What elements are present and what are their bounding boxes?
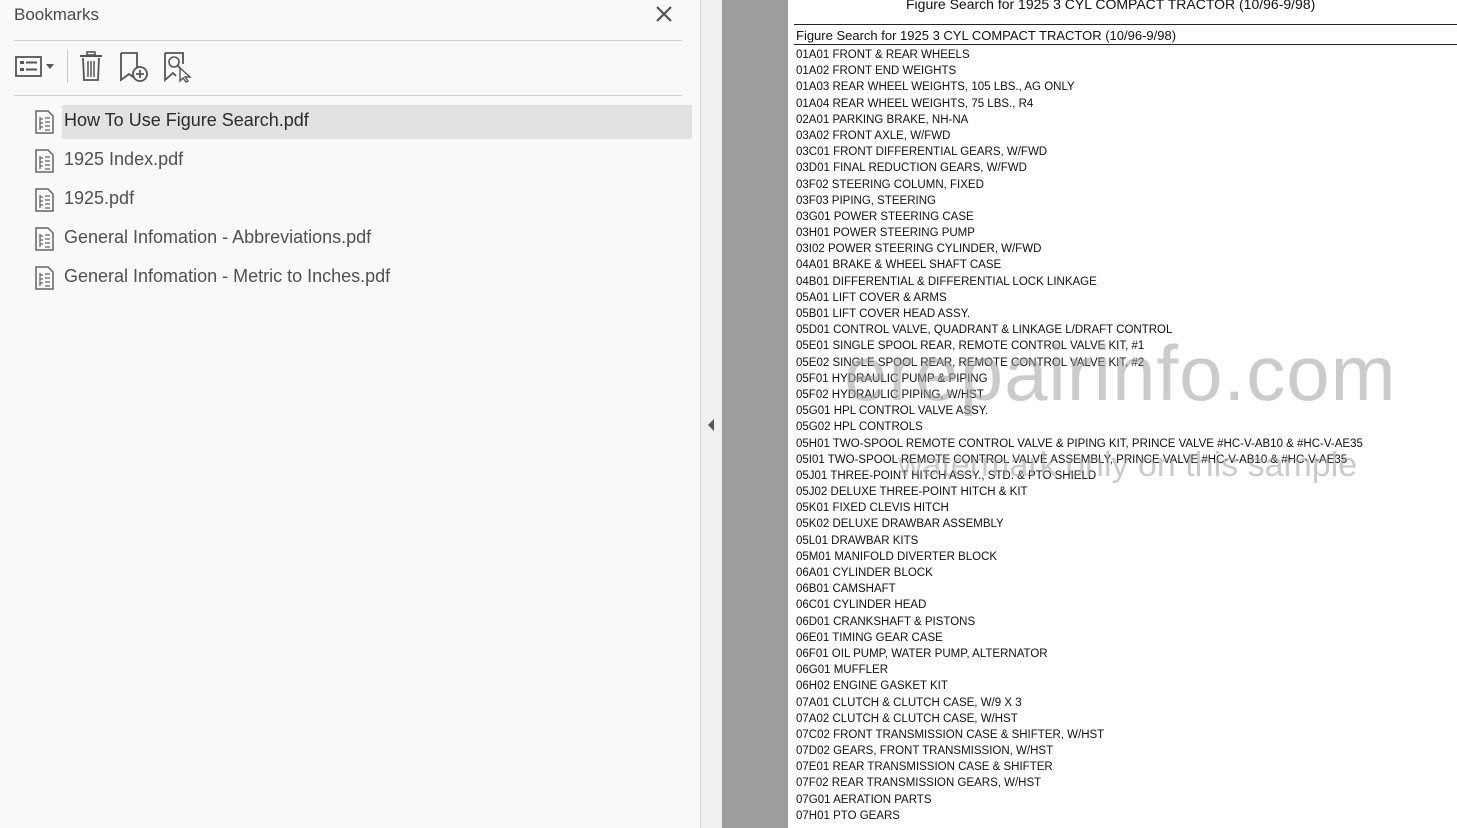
figure-entry[interactable]: 05B01 LIFT COVER HEAD ASSY. bbox=[796, 306, 1363, 322]
figure-entry[interactable]: 06E01 TIMING GEAR CASE bbox=[796, 630, 1363, 646]
figure-entry[interactable]: 03D01 FINAL REDUCTION GEARS, W/FWD bbox=[796, 160, 1363, 176]
toolbar-separator bbox=[67, 50, 68, 83]
list-options-icon bbox=[14, 56, 58, 88]
delete-bookmark-button[interactable] bbox=[76, 50, 108, 84]
divider bbox=[14, 40, 682, 41]
bookmark-label: General Infomation - Metric to Inches.pd… bbox=[64, 266, 391, 286]
figure-entry[interactable]: 05G02 HPL CONTROLS bbox=[796, 419, 1363, 435]
header-rule bbox=[794, 24, 1457, 25]
figure-entry[interactable]: 03F02 STEERING COLUMN, FIXED bbox=[796, 177, 1363, 193]
figure-entry[interactable]: 05A01 LIFT COVER & ARMS bbox=[796, 290, 1363, 306]
figure-entry[interactable]: 04B01 DIFFERENTIAL & DIFFERENTIAL LOCK L… bbox=[796, 274, 1363, 290]
bookmarks-panel: Bookmarks How To Use Figure Search.pdf 1… bbox=[0, 0, 701, 828]
figure-entry[interactable]: 05F02 HYDRAULIC PIPING, W/HST bbox=[796, 387, 1363, 403]
figure-entry[interactable]: 01A01 FRONT & REAR WHEELS bbox=[796, 47, 1363, 63]
figure-entry[interactable]: 04A01 BRAKE & WHEEL SHAFT CASE bbox=[796, 257, 1363, 273]
bookmark-document-icon bbox=[34, 266, 56, 290]
find-current-bookmark-button[interactable] bbox=[162, 50, 196, 84]
figure-entry[interactable]: 06B01 CAMSHAFT bbox=[796, 581, 1363, 597]
bookmark-label: 1925 Index.pdf bbox=[64, 149, 184, 169]
figure-entry[interactable]: 03C01 FRONT DIFFERENTIAL GEARS, W/FWD bbox=[796, 144, 1363, 160]
bookmark-item-metric-to-inches[interactable]: General Infomation - Metric to Inches.pd… bbox=[30, 261, 692, 295]
page-subtitle: Figure Search for 1925 3 CYL COMPACT TRA… bbox=[796, 28, 1177, 43]
figure-entry[interactable]: 01A03 REAR WHEEL WEIGHTS, 105 LBS., AG O… bbox=[796, 79, 1363, 95]
figure-entry[interactable]: 05H01 TWO-SPOOL REMOTE CONTROL VALVE & P… bbox=[796, 436, 1363, 452]
figure-entry[interactable]: 07H01 PTO GEARS bbox=[796, 808, 1363, 824]
figure-entry[interactable]: 03H01 POWER STEERING PUMP bbox=[796, 225, 1363, 241]
panel-title: Bookmarks bbox=[14, 5, 100, 24]
figure-entry[interactable]: 01A04 REAR WHEEL WEIGHTS, 75 LBS., R4 bbox=[796, 96, 1363, 112]
figure-entry[interactable]: 05F01 HYDRAULIC PUMP & PIPING bbox=[796, 371, 1363, 387]
figure-entry[interactable]: 06F01 OIL PUMP, WATER PUMP, ALTERNATOR bbox=[796, 646, 1363, 662]
figure-entry[interactable]: 01A02 FRONT END WEIGHTS bbox=[796, 63, 1363, 79]
figure-entry[interactable]: 03I02 POWER STEERING CYLINDER, W/FWD bbox=[796, 241, 1363, 257]
bookmark-document-icon bbox=[34, 149, 56, 173]
divider bbox=[14, 95, 682, 96]
figure-entry[interactable]: 05J01 THREE-POINT HITCH ASSY., STD. & PT… bbox=[796, 468, 1363, 484]
bookmark-item-how-to-use-figure-search[interactable]: How To Use Figure Search.pdf bbox=[30, 105, 692, 139]
document-background bbox=[722, 0, 788, 828]
figure-entry[interactable]: 07G01 AERATION PARTS bbox=[796, 792, 1363, 808]
bookmark-document-icon bbox=[34, 188, 56, 212]
figure-entry[interactable]: 06G01 MUFFLER bbox=[796, 662, 1363, 678]
figure-entry[interactable]: 07C02 FRONT TRANSMISSION CASE & SHIFTER,… bbox=[796, 727, 1363, 743]
add-bookmark-icon bbox=[118, 52, 152, 88]
figure-entry[interactable]: 05K01 FIXED CLEVIS HITCH bbox=[796, 500, 1363, 516]
figure-entry[interactable]: 06A01 CYLINDER BLOCK bbox=[796, 565, 1363, 581]
figure-entry[interactable]: 06C01 CYLINDER HEAD bbox=[796, 597, 1363, 613]
figure-entry[interactable]: 03G01 POWER STEERING CASE bbox=[796, 209, 1363, 225]
figure-entry[interactable]: 05L01 DRAWBAR KITS bbox=[796, 533, 1363, 549]
figure-entry[interactable]: 07A02 CLUTCH & CLUTCH CASE, W/HST bbox=[796, 711, 1363, 727]
bookmark-label: 1925.pdf bbox=[64, 188, 135, 208]
figure-entry[interactable]: 02A01 PARKING BRAKE, NH-NA bbox=[796, 112, 1363, 128]
bookmark-document-icon bbox=[34, 110, 56, 134]
new-bookmark-button[interactable] bbox=[118, 50, 152, 84]
figure-entry[interactable]: 05K02 DELUXE DRAWBAR ASSEMBLY bbox=[796, 516, 1363, 532]
figure-entry[interactable]: 07F02 REAR TRANSMISSION GEARS, W/HST bbox=[796, 775, 1363, 791]
bookmark-item-1925[interactable]: 1925.pdf bbox=[30, 183, 692, 217]
find-current-bookmark-icon bbox=[162, 52, 196, 88]
figure-entry[interactable]: 05J02 DELUXE THREE-POINT HITCH & KIT bbox=[796, 484, 1363, 500]
close-icon[interactable] bbox=[652, 2, 676, 26]
figure-entry[interactable]: 05D01 CONTROL VALVE, QUADRANT & LINKAGE … bbox=[796, 322, 1363, 338]
figure-entry[interactable]: 03F03 PIPING, STEERING bbox=[796, 193, 1363, 209]
subtitle-rule bbox=[794, 44, 1457, 45]
figure-entry[interactable]: 05E02 SINGLE SPOOL REAR, REMOTE CONTROL … bbox=[796, 355, 1363, 371]
figure-list: 01A01 FRONT & REAR WHEELS 01A02 FRONT END… bbox=[796, 47, 1363, 824]
bookmark-document-icon bbox=[34, 227, 56, 251]
figure-entry[interactable]: 05E01 SINGLE SPOOL REAR, REMOTE CONTROL … bbox=[796, 338, 1363, 354]
page-header: Figure Search for 1925 3 CYL COMPACT TRA… bbox=[906, 0, 1316, 12]
figure-entry[interactable]: 05M01 MANIFOLD DIVERTER BLOCK bbox=[796, 549, 1363, 565]
chevron-left-icon[interactable] bbox=[706, 418, 716, 432]
figure-entry[interactable]: 05G01 HPL CONTROL VALVE ASSY. bbox=[796, 403, 1363, 419]
bookmark-item-abbreviations[interactable]: General Infomation - Abbreviations.pdf bbox=[30, 222, 692, 256]
figure-entry[interactable]: 07E01 REAR TRANSMISSION CASE & SHIFTER bbox=[796, 759, 1363, 775]
panel-splitter[interactable] bbox=[701, 0, 722, 828]
bookmark-label: General Infomation - Abbreviations.pdf bbox=[64, 227, 372, 247]
bookmark-label: How To Use Figure Search.pdf bbox=[64, 110, 309, 130]
bookmark-item-1925-index[interactable]: 1925 Index.pdf bbox=[30, 144, 692, 178]
figure-entry[interactable]: 05I01 TWO-SPOOL REMOTE CONTROL VALVE ASS… bbox=[796, 452, 1363, 468]
figure-entry[interactable]: 06H02 ENGINE GASKET KIT bbox=[796, 678, 1363, 694]
figure-entry[interactable]: 07D02 GEARS, FRONT TRANSMISSION, W/HST bbox=[796, 743, 1363, 759]
options-menu-button[interactable] bbox=[14, 50, 58, 84]
figure-entry[interactable]: 07A01 CLUTCH & CLUTCH CASE, W/9 X 3 bbox=[796, 695, 1363, 711]
figure-entry[interactable]: 03A02 FRONT AXLE, W/FWD bbox=[796, 128, 1363, 144]
trash-icon bbox=[76, 51, 108, 88]
document-page: Figure Search for 1925 3 CYL COMPACT TRA… bbox=[788, 0, 1457, 828]
figure-entry[interactable]: 06D01 CRANKSHAFT & PISTONS bbox=[796, 614, 1363, 630]
